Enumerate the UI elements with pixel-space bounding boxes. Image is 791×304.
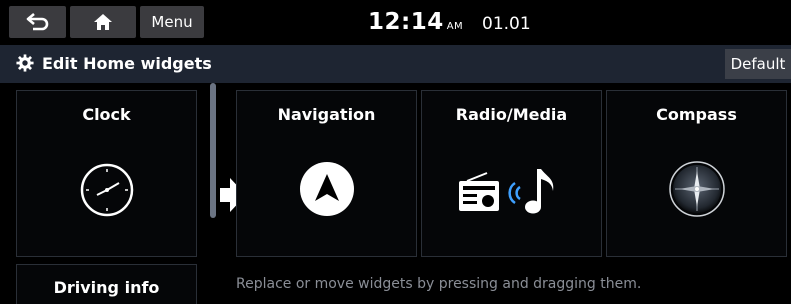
menu-button[interactable]: Menu xyxy=(140,6,204,38)
widget-slot-label: Navigation xyxy=(277,105,376,124)
hint-text: Replace or move widgets by pressing and … xyxy=(236,276,642,292)
compass-icon xyxy=(668,161,725,217)
clock-icon xyxy=(80,163,133,217)
ampm-text: AM xyxy=(446,21,464,32)
date-text: 01.01 xyxy=(482,14,531,34)
widget-item-clock[interactable]: Clock xyxy=(16,90,197,257)
widget-item-label: Clock xyxy=(82,105,131,124)
widget-item-driving-info[interactable]: Driving info xyxy=(16,264,197,304)
status-bar: Menu 12:14 AM 01.01 xyxy=(0,0,791,45)
radio-media-icon xyxy=(458,169,553,214)
home-button[interactable] xyxy=(70,6,136,38)
home-icon xyxy=(94,14,112,30)
widget-slot-label: Compass xyxy=(656,105,737,124)
page-title: Edit Home widgets xyxy=(42,54,212,73)
title-bar: Edit Home widgets Default xyxy=(0,45,791,83)
clock-display: 12:14 AM xyxy=(368,9,463,35)
widget-slot-label: Radio/Media xyxy=(455,105,568,124)
navigation-icon xyxy=(299,162,354,216)
time-text: 12:14 xyxy=(368,9,444,35)
scrollbar[interactable] xyxy=(210,83,216,218)
gear-icon xyxy=(16,54,34,72)
widget-item-label: Driving info xyxy=(53,278,160,297)
back-arrow-icon xyxy=(26,13,48,31)
widget-slot-radio-media[interactable]: Radio/Media xyxy=(421,90,602,257)
widget-slot-navigation[interactable]: Navigation xyxy=(236,90,417,257)
widget-slot-compass[interactable]: Compass xyxy=(606,90,787,257)
default-button[interactable]: Default xyxy=(725,49,791,79)
back-button[interactable] xyxy=(9,6,66,38)
